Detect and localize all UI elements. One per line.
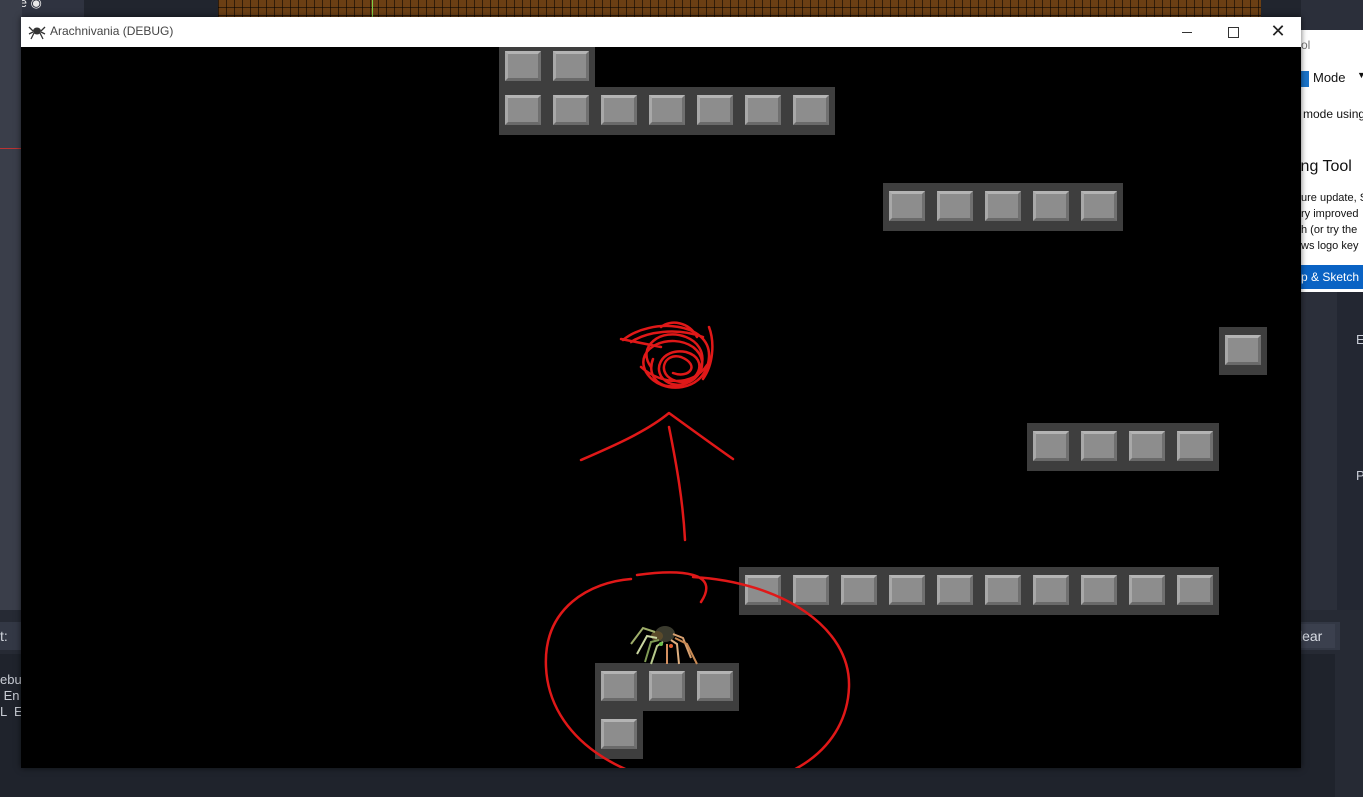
platform-tile [1075, 567, 1123, 615]
platform-tile [499, 87, 547, 135]
close-button[interactable]: ✕ [1255, 17, 1301, 47]
platform-tile [787, 87, 835, 135]
platform-tile [595, 711, 643, 759]
editor-guide-line [372, 0, 373, 17]
maximize-button[interactable] [1210, 17, 1256, 47]
platform-tile [979, 567, 1027, 615]
snip-mode-button[interactable]: Mode ▼ [1301, 70, 1363, 87]
snip-body-text: ure update, S ry improved h (or try the … [1301, 192, 1363, 252]
snip-hint-text: mode using [1303, 107, 1363, 121]
platform-tile [547, 87, 595, 135]
platform-tile [691, 663, 739, 711]
spider-app-icon [28, 26, 46, 40]
platform-tile [1075, 423, 1123, 471]
platform-tile [499, 47, 547, 91]
spider-player-sprite [630, 626, 698, 665]
editor-right-letter: E [1356, 332, 1363, 347]
platform-tile [595, 87, 643, 135]
platform-tile [1171, 567, 1219, 615]
snipping-tool-window: ol Mode ▼ mode using ing Tool ure update… [1301, 30, 1363, 292]
platform-tile [691, 87, 739, 135]
game-window: Arachnivania (DEBUG) ✕ [21, 17, 1301, 768]
snip-mode-label: Mode [1313, 70, 1346, 85]
minimize-button[interactable] [1164, 17, 1210, 47]
platform-tile [1075, 183, 1123, 231]
platform-tile [931, 567, 979, 615]
platform-tile [1027, 423, 1075, 471]
close-icon: ✕ [1270, 21, 1286, 41]
platform-tile [979, 183, 1027, 231]
output-console-text: ebu En L E [0, 672, 23, 719]
platform-tile [739, 87, 787, 135]
snip-heading: ing Tool [1301, 158, 1352, 175]
minimize-icon [1182, 31, 1192, 33]
maximize-icon [1227, 26, 1239, 38]
chevron-down-icon[interactable]: ▼ [1357, 70, 1363, 80]
editor-left-panel [0, 0, 22, 610]
platform-tile [595, 663, 643, 711]
platform-tile [1171, 423, 1219, 471]
platform-tile [883, 183, 931, 231]
platform-tile [835, 567, 883, 615]
snip-sketch-button[interactable]: p & Sketch [1301, 265, 1363, 289]
platform-tile [547, 47, 595, 91]
platform-tile [787, 567, 835, 615]
platform-tile [931, 183, 979, 231]
output-filter-label: t: [0, 628, 8, 644]
platform-tile [883, 567, 931, 615]
window-titlebar[interactable]: Arachnivania (DEBUG) ✕ [21, 17, 1301, 47]
platform-tile [1123, 567, 1171, 615]
editor-red-guide [0, 148, 22, 149]
snip-title: ol [1301, 38, 1311, 52]
window-title: Arachnivania (DEBUG) [50, 24, 174, 38]
platform-tile [1027, 567, 1075, 615]
platform-tile [643, 87, 691, 135]
game-viewport[interactable] [21, 47, 1301, 768]
platform-tile [1123, 423, 1171, 471]
editor-tilemap-preview [218, 0, 1261, 17]
platform-tile [1219, 327, 1267, 375]
platform-tile [739, 567, 787, 615]
editor-right-letter: P [1356, 468, 1363, 483]
snip-mode-icon [1301, 70, 1309, 87]
platform-tile [643, 663, 691, 711]
clear-output-button[interactable]: lear [1295, 624, 1335, 648]
platform-tile [1027, 183, 1075, 231]
